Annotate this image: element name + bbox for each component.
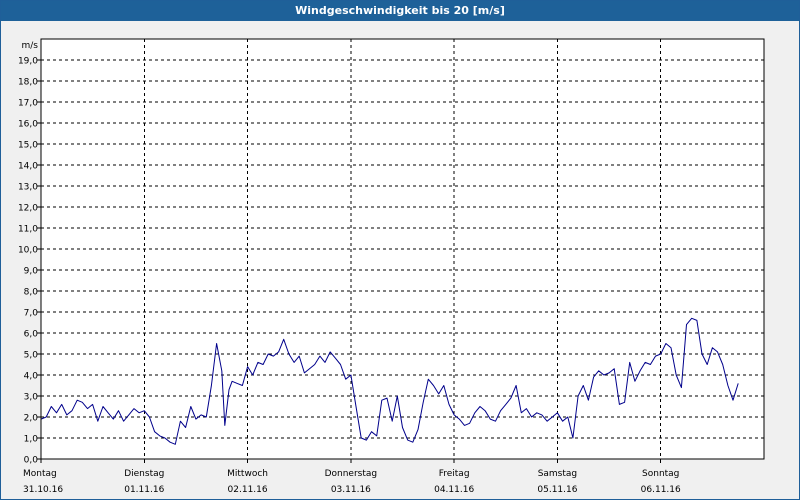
x-tick-date-label: 04.11.16 bbox=[434, 485, 474, 495]
y-tick-label: 9,0 bbox=[24, 267, 39, 277]
x-tick-date-label: 03.11.16 bbox=[331, 485, 371, 495]
y-tick-label: 15,0 bbox=[18, 141, 38, 151]
x-tick-day-label: Mittwoch bbox=[227, 469, 268, 479]
y-tick-label: 4,0 bbox=[24, 372, 39, 382]
chart-title: Windgeschwindigkeit bis 20 [m/s] bbox=[1, 1, 799, 21]
y-tick-label: 14,0 bbox=[18, 162, 38, 172]
y-tick-label: 2,0 bbox=[24, 414, 39, 424]
y-tick-label: 6,0 bbox=[24, 330, 39, 340]
y-tick-label: 0,0 bbox=[24, 456, 39, 466]
y-tick-label: 12,0 bbox=[18, 204, 38, 214]
x-tick-day-label: Donnerstag bbox=[325, 469, 378, 479]
y-tick-label: 16,0 bbox=[18, 120, 38, 130]
x-tick-date-label: 31.10.16 bbox=[23, 485, 63, 495]
y-tick-label: 19,0 bbox=[18, 57, 38, 67]
x-tick-day-label: Samstag bbox=[538, 469, 577, 479]
x-tick-day-label: Freitag bbox=[439, 469, 470, 479]
y-tick-label: 3,0 bbox=[24, 393, 39, 403]
grid bbox=[41, 39, 764, 459]
x-tick-date-label: 05.11.16 bbox=[537, 485, 577, 495]
y-tick-label: 8,0 bbox=[24, 288, 39, 298]
y-axis-label: m/s bbox=[22, 41, 39, 51]
x-tick-day-label: Montag bbox=[23, 469, 57, 479]
y-tick-label: 5,0 bbox=[24, 351, 39, 361]
y-tick-label: 1,0 bbox=[24, 435, 39, 445]
y-tick-label: 7,0 bbox=[24, 309, 39, 319]
chart-window: Windgeschwindigkeit bis 20 [m/s] 0,0 1,0 2… bbox=[0, 0, 800, 500]
y-tick-label: 17,0 bbox=[18, 99, 38, 109]
y-tick-label: 10,0 bbox=[18, 246, 38, 256]
y-tick-label: 13,0 bbox=[18, 183, 38, 193]
x-tick-date-label: 01.11.16 bbox=[124, 485, 164, 495]
x-tick-date-label: 06.11.16 bbox=[641, 485, 681, 495]
y-tick-label: 11,0 bbox=[18, 225, 38, 235]
x-tick-day-label: Sonntag bbox=[642, 469, 679, 479]
wind-speed-chart: 0,0 1,0 2,0 3,0 4,0 5,0 6,0 7,0 8,0 9,0 10,0 11,0 12… bbox=[18, 38, 765, 495]
x-tick-date-label: 02.11.16 bbox=[228, 485, 268, 495]
y-tick-label: 18,0 bbox=[18, 78, 38, 88]
x-tick-day-label: Dienstag bbox=[124, 469, 164, 479]
